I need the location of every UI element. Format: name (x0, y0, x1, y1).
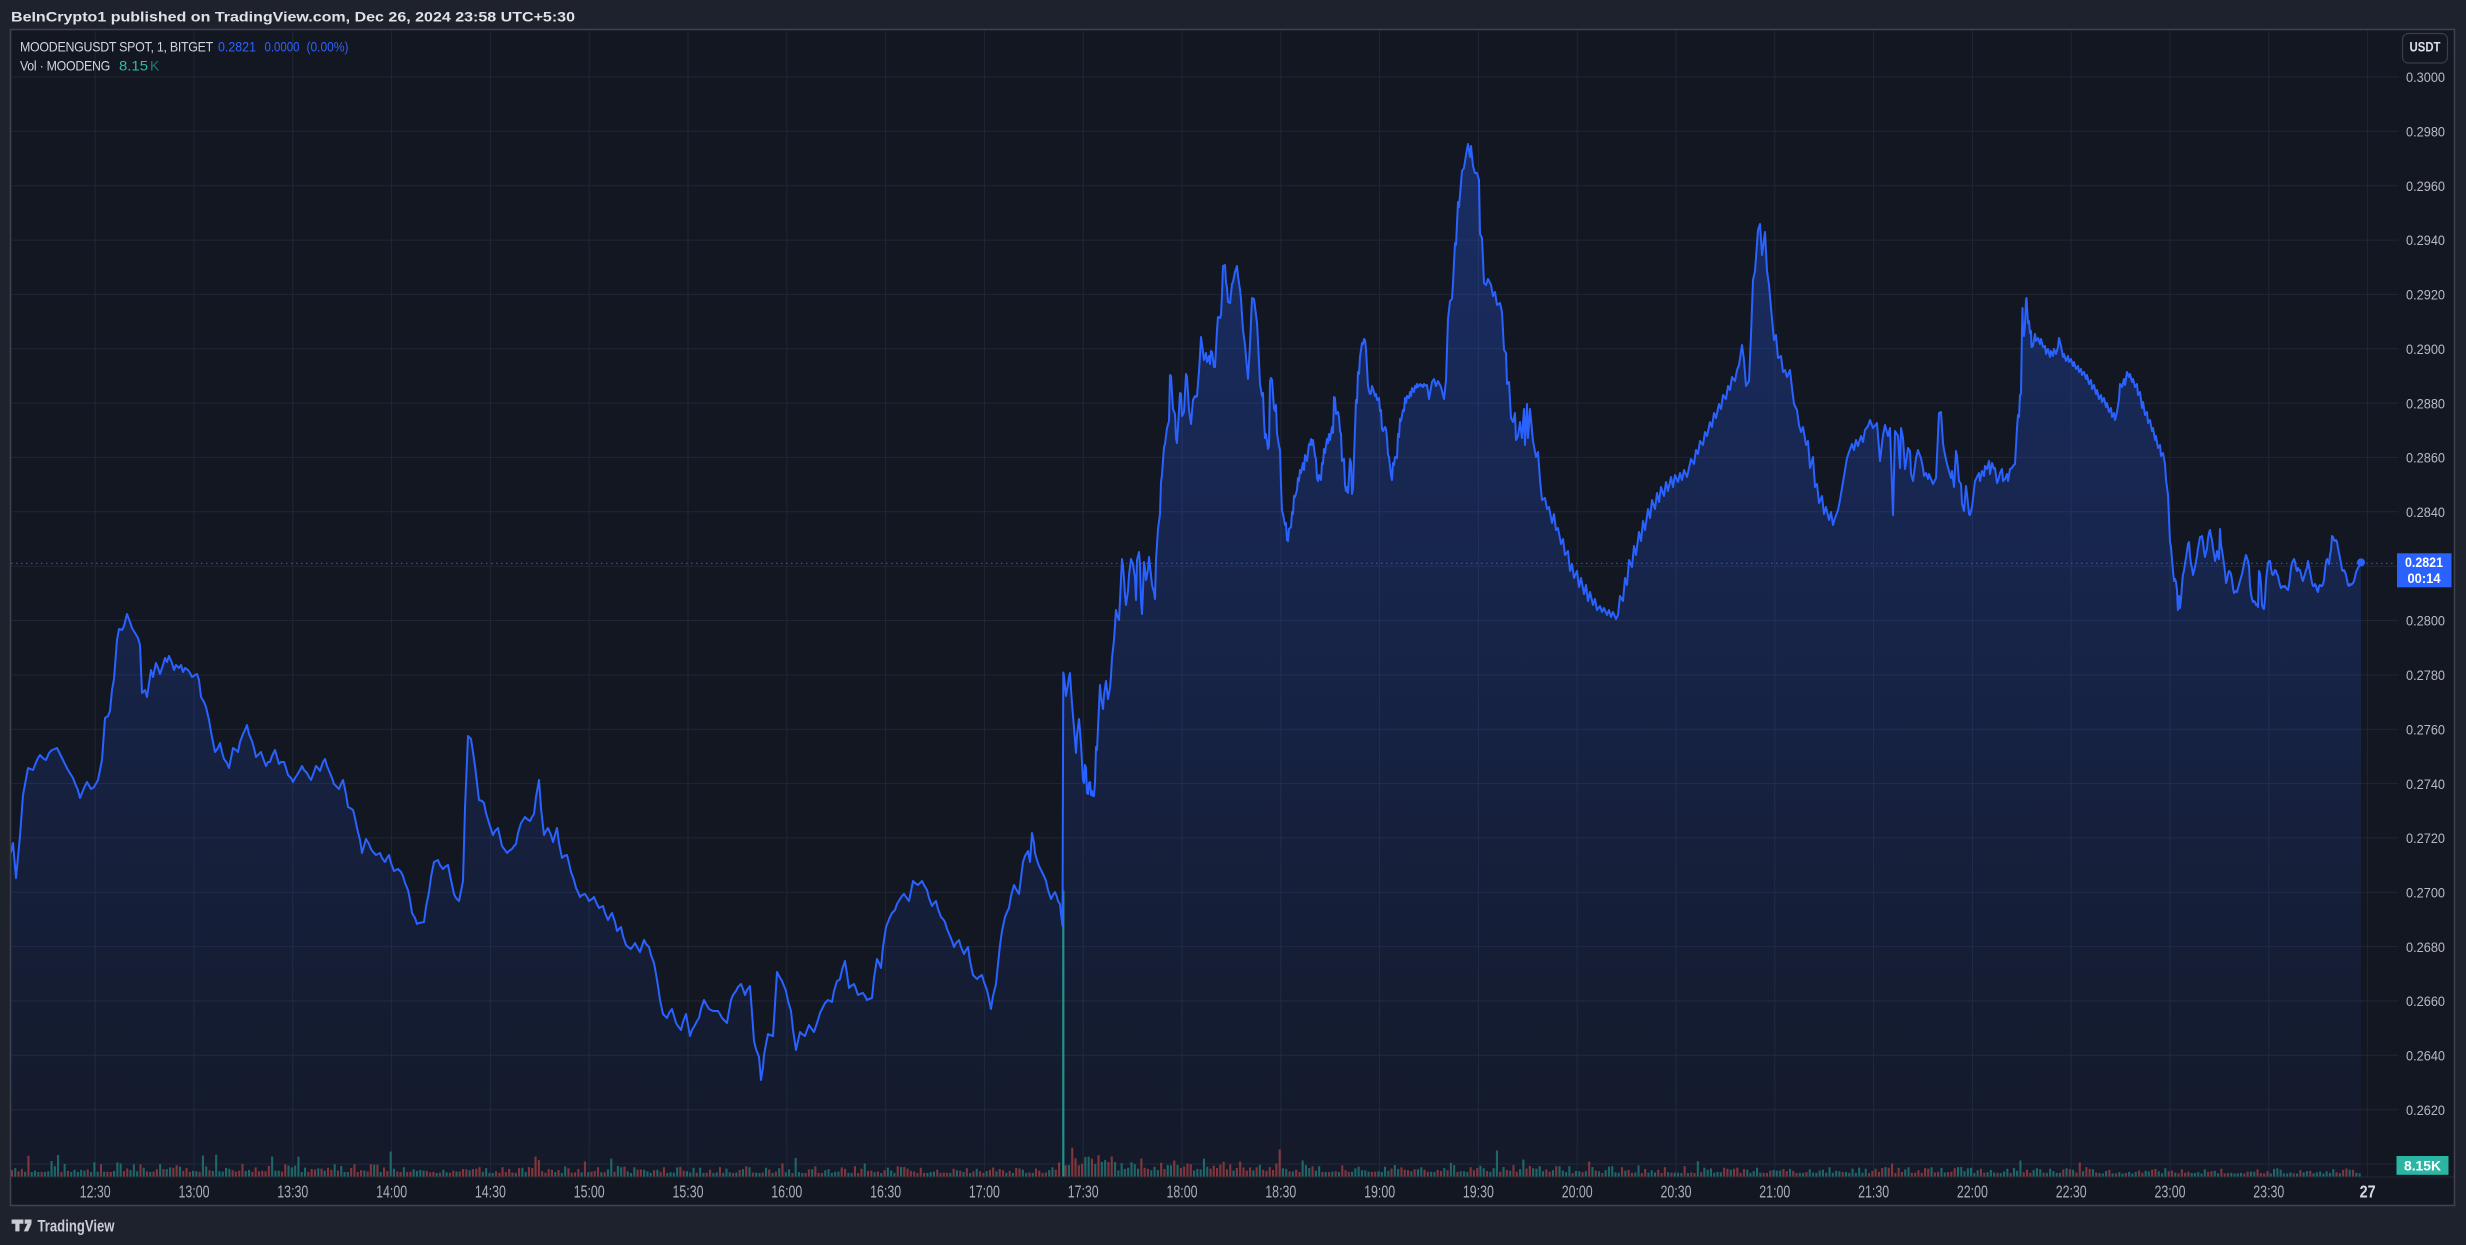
svg-text:0.2880: 0.2880 (2406, 395, 2445, 411)
svg-text:14:30: 14:30 (475, 1182, 506, 1202)
svg-text:TradingView: TradingView (38, 1217, 116, 1236)
svg-text:0.2760: 0.2760 (2406, 721, 2445, 737)
svg-text:0.2720: 0.2720 (2406, 830, 2445, 846)
svg-text:23:30: 23:30 (2253, 1182, 2284, 1202)
svg-text:Vol · MOODENG: Vol · MOODENG (20, 58, 110, 74)
svg-text:13:30: 13:30 (277, 1182, 308, 1202)
svg-text:0.2620: 0.2620 (2406, 1102, 2445, 1118)
svg-text:16:30: 16:30 (870, 1182, 901, 1202)
svg-text:0.0000: 0.0000 (265, 39, 300, 55)
svg-text:8.15K: 8.15K (2404, 1158, 2441, 1173)
svg-text:0.2860: 0.2860 (2406, 450, 2445, 466)
svg-text:0.2640: 0.2640 (2406, 1048, 2445, 1064)
svg-text:BeInCrypto1 published on Tradi: BeInCrypto1 published on TradingView.com… (11, 9, 575, 25)
svg-text:0.2900: 0.2900 (2406, 341, 2445, 357)
svg-text:K: K (150, 58, 160, 74)
svg-text:19:00: 19:00 (1364, 1182, 1395, 1202)
svg-text:12:30: 12:30 (80, 1182, 111, 1202)
svg-text:0.2920: 0.2920 (2406, 287, 2445, 303)
svg-text:17:30: 17:30 (1068, 1182, 1099, 1202)
svg-text:0.2680: 0.2680 (2406, 939, 2445, 955)
svg-text:16:00: 16:00 (771, 1182, 802, 1202)
svg-text:0.3000: 0.3000 (2406, 69, 2445, 85)
svg-text:MOODENGUSDT SPOT, 1, BITGET: MOODENGUSDT SPOT, 1, BITGET (20, 39, 214, 55)
svg-text:0.2960: 0.2960 (2406, 178, 2445, 194)
svg-text:21:00: 21:00 (1759, 1182, 1790, 1202)
svg-text:0.2840: 0.2840 (2406, 504, 2445, 520)
svg-text:0.2700: 0.2700 (2406, 885, 2445, 901)
svg-text:17:00: 17:00 (969, 1182, 1000, 1202)
svg-text:0.2740: 0.2740 (2406, 776, 2445, 792)
svg-text:8.15: 8.15 (119, 58, 148, 74)
svg-text:20:30: 20:30 (1661, 1182, 1692, 1202)
svg-text:18:00: 18:00 (1167, 1182, 1198, 1202)
svg-text:23:00: 23:00 (2155, 1182, 2186, 1202)
svg-text:00:14: 00:14 (2408, 571, 2441, 586)
svg-text:27: 27 (2360, 1182, 2376, 1202)
svg-text:0.2940: 0.2940 (2406, 232, 2445, 248)
svg-text:0.2821: 0.2821 (2405, 555, 2443, 570)
svg-text:20:00: 20:00 (1562, 1182, 1593, 1202)
svg-text:15:30: 15:30 (673, 1182, 704, 1202)
svg-text:(0.00%): (0.00%) (307, 39, 349, 55)
svg-text:14:00: 14:00 (376, 1182, 407, 1202)
svg-text:0.2660: 0.2660 (2406, 993, 2445, 1009)
svg-text:22:00: 22:00 (1957, 1182, 1988, 1202)
svg-text:21:30: 21:30 (1858, 1182, 1889, 1202)
svg-text:0.2800: 0.2800 (2406, 613, 2445, 629)
svg-text:22:30: 22:30 (2056, 1182, 2087, 1202)
svg-text:0.2780: 0.2780 (2406, 667, 2445, 683)
svg-text:0.2980: 0.2980 (2406, 124, 2445, 140)
svg-text:0.2821: 0.2821 (218, 39, 256, 55)
svg-text:13:00: 13:00 (179, 1182, 210, 1202)
svg-text:18:30: 18:30 (1265, 1182, 1296, 1202)
svg-text:15:00: 15:00 (574, 1182, 605, 1202)
svg-text:USDT: USDT (2410, 39, 2441, 55)
svg-text:19:30: 19:30 (1463, 1182, 1494, 1202)
